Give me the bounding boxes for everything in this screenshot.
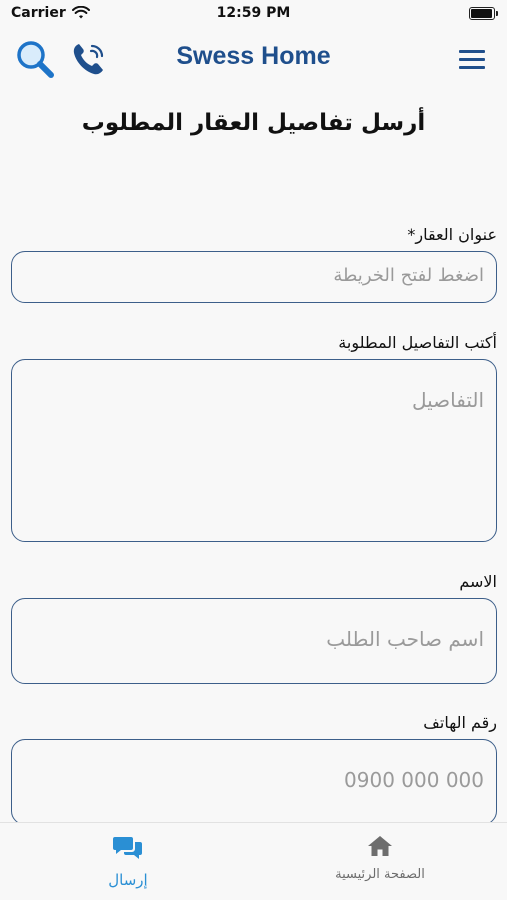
app-header: Swess Home	[0, 30, 507, 90]
name-label: الاسم	[459, 572, 497, 591]
status-bar: Carrier 12:59 PM	[0, 0, 507, 30]
battery-icon	[469, 7, 498, 20]
phone-label: رقم الهاتف	[423, 713, 497, 732]
status-time: 12:59 PM	[216, 5, 291, 21]
app-title: Swess Home	[176, 42, 331, 70]
page-title: أرسل تفاصيل العقار المطلوب	[81, 110, 426, 136]
tab-send-label: إرسال	[108, 871, 148, 889]
chat-icon	[113, 837, 142, 859]
tab-home[interactable]: الصفحة الرئيسية	[320, 835, 440, 882]
tab-bar: إرسال الصفحة الرئيسية	[0, 822, 507, 900]
details-placeholder: التفاصيل	[411, 388, 484, 412]
phone-field[interactable]: 0900 000 000	[11, 739, 497, 825]
tab-home-label: الصفحة الرئيسية	[335, 867, 425, 882]
name-placeholder: اسم صاحب الطلب	[326, 627, 484, 651]
name-field[interactable]: اسم صاحب الطلب	[11, 598, 497, 684]
phone-placeholder: 0900 000 000	[344, 768, 484, 792]
details-label: أكتب التفاصيل المطلوبة	[338, 333, 497, 352]
details-field[interactable]: التفاصيل	[11, 359, 497, 542]
address-label: عنوان العقار*	[407, 225, 497, 244]
tab-send[interactable]: إرسال	[68, 835, 188, 889]
home-icon	[368, 836, 392, 856]
menu-icon[interactable]	[459, 50, 485, 70]
address-field[interactable]: اضغط لفتح الخريطة	[11, 251, 497, 303]
address-placeholder: اضغط لفتح الخريطة	[333, 265, 484, 286]
